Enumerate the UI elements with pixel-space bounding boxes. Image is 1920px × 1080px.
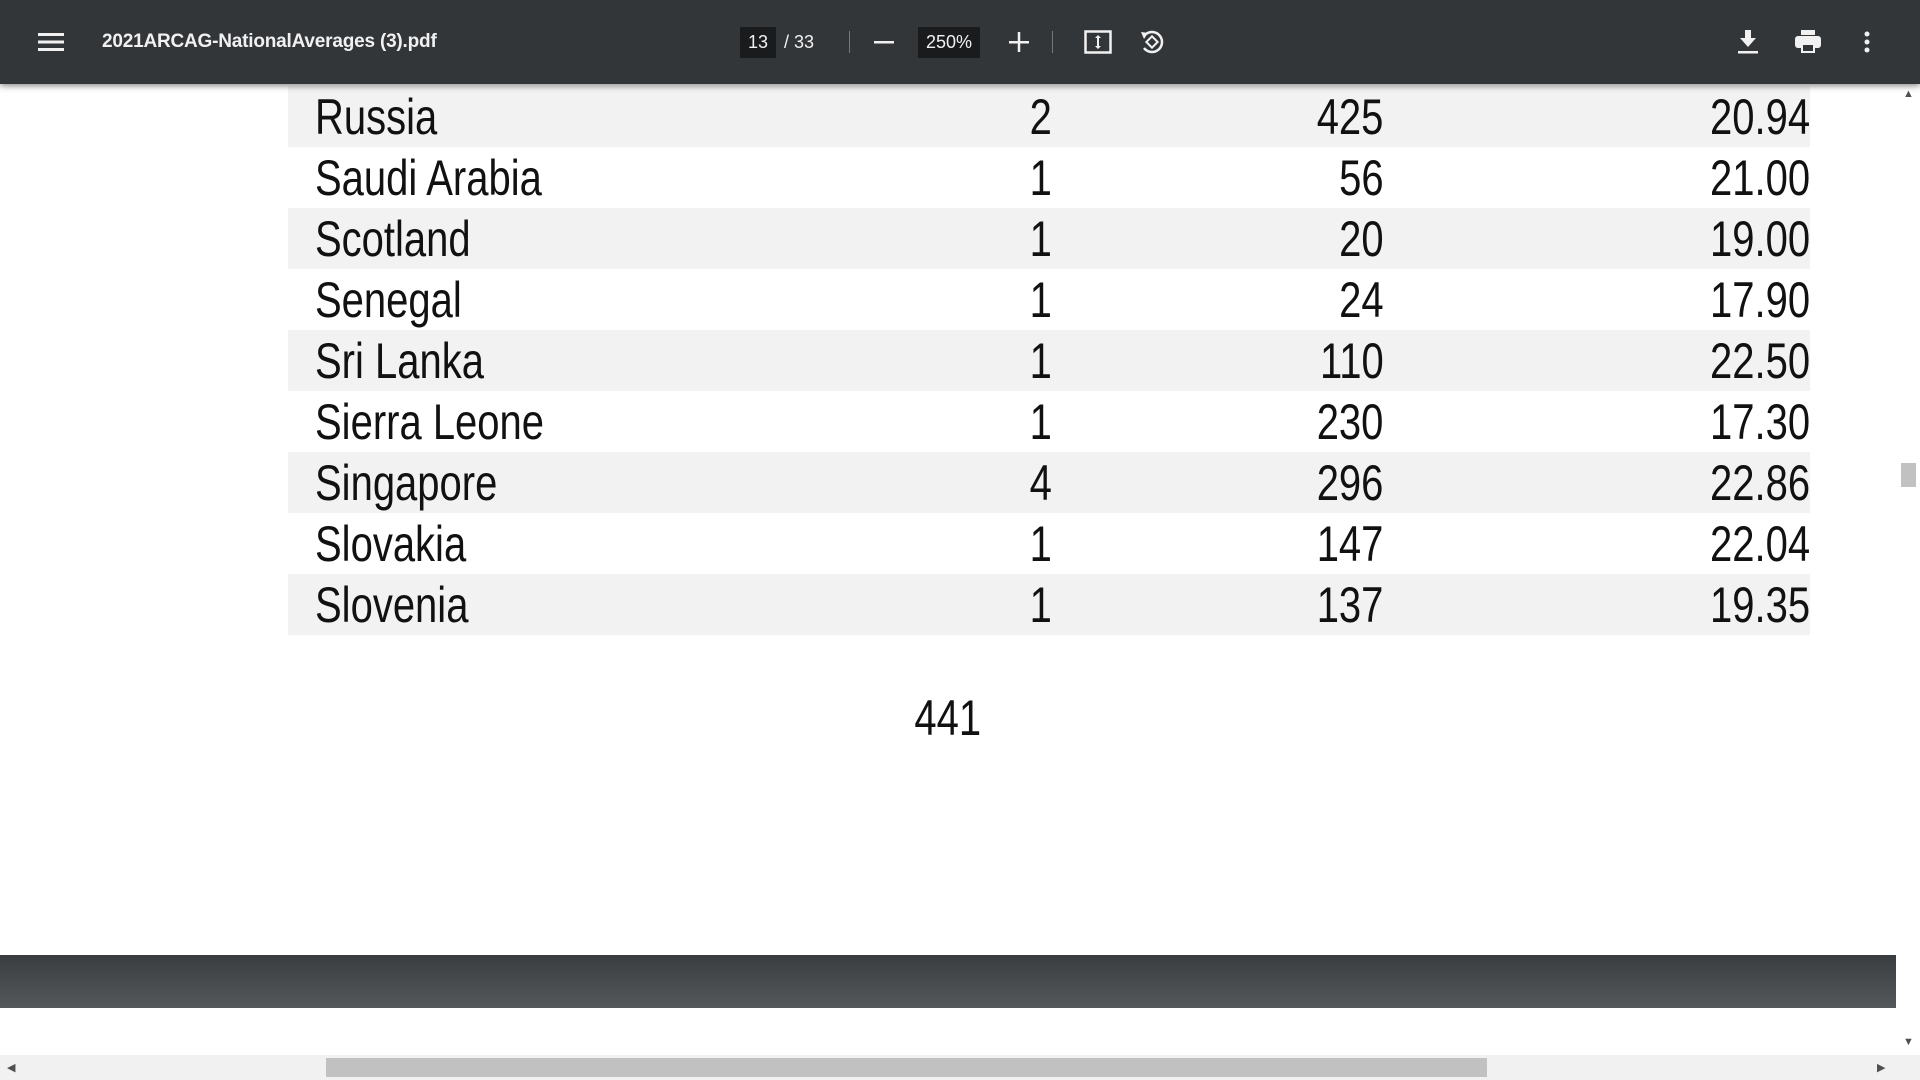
fit-page-button[interactable]: [1084, 0, 1112, 84]
count-cell: 1: [1029, 576, 1052, 633]
average-cell: 20.94: [1709, 88, 1810, 145]
vertical-scrollbar[interactable]: ▲ ▼: [1896, 84, 1920, 1055]
vertical-scroll-thumb[interactable]: [1901, 463, 1916, 487]
menu-button[interactable]: [38, 0, 64, 84]
table-row: Senegal 1 24 17.90: [288, 269, 1810, 330]
value-cell: 230: [1316, 393, 1384, 450]
value-cell: 20: [1338, 210, 1384, 267]
country-cell: Saudi Arabia: [315, 149, 542, 206]
more-options-button[interactable]: [1864, 0, 1870, 84]
page-number-input[interactable]: 13: [740, 26, 777, 58]
pdf-viewport: Russia 2 425 20.94 Saudi Arabia 1 56 21.00 Scotl…: [0, 0, 1896, 1055]
table-row: Sri Lanka 1 110 22.50: [288, 330, 1810, 391]
next-pdf-page: [0, 1008, 1896, 1055]
country-cell: Slovakia: [315, 515, 467, 572]
print-button[interactable]: [1795, 0, 1821, 84]
hamburger-icon: [38, 33, 64, 51]
average-cell: 17.30: [1709, 393, 1810, 450]
horizontal-scrollbar[interactable]: ◀ ▶: [0, 1055, 1920, 1080]
table-row: Saudi Arabia 1 56 21.00: [288, 147, 1810, 208]
more-vertical-icon: [1864, 31, 1870, 53]
value-cell: 137: [1316, 576, 1384, 633]
scroll-down-arrow-icon[interactable]: ▼: [1903, 1036, 1914, 1048]
print-icon: [1795, 30, 1821, 53]
table-row: Singapore 4 296 22.86: [288, 452, 1810, 513]
country-cell: Russia: [315, 88, 438, 145]
country-cell: Sierra Leone: [315, 393, 545, 450]
count-cell: 1: [1029, 515, 1052, 572]
country-cell: Slovenia: [315, 576, 469, 633]
table-row: Slovenia 1 137 19.35: [288, 574, 1810, 635]
count-cell: 1: [1029, 393, 1052, 450]
value-cell: 147: [1316, 515, 1384, 572]
scroll-left-arrow-icon[interactable]: ◀: [7, 1061, 15, 1074]
total-pages: / 33: [784, 31, 815, 52]
scroll-right-arrow-icon[interactable]: ▶: [1877, 1061, 1885, 1074]
download-icon: [1738, 30, 1758, 54]
count-cell: 1: [1029, 149, 1052, 206]
count-cell: 1: [1029, 210, 1052, 267]
pdf-toolbar: 2021ARCAG-NationalAverages (3).pdf 13 / …: [0, 0, 1920, 84]
country-cell: Singapore: [315, 454, 498, 511]
zoom-level-input[interactable]: 250%: [918, 26, 981, 58]
rotate-icon: [1141, 30, 1164, 54]
average-cell: 21.00: [1709, 149, 1810, 206]
count-cell: 2: [1029, 88, 1052, 145]
count-cell: 4: [1029, 454, 1052, 511]
zoom-in-button[interactable]: [1009, 0, 1029, 84]
rotate-button[interactable]: [1138, 0, 1166, 84]
table-row: Slovakia 1 147 22.04: [288, 513, 1810, 574]
table-row: Sierra Leone 1 230 17.30: [288, 391, 1810, 452]
average-cell: 22.86: [1709, 454, 1810, 511]
count-cell: 1: [1029, 271, 1052, 328]
average-cell: 22.50: [1709, 332, 1810, 389]
download-button[interactable]: [1738, 0, 1758, 84]
value-cell: 56: [1338, 149, 1384, 206]
pdf-page: Russia 2 425 20.94 Saudi Arabia 1 56 21.00 Scotl…: [0, 84, 1896, 955]
value-cell: 296: [1316, 454, 1384, 511]
average-cell: 22.04: [1709, 515, 1810, 572]
country-cell: Sri Lanka: [315, 332, 484, 389]
national-averages-table: Russia 2 425 20.94 Saudi Arabia 1 56 21.00 Scotl…: [288, 86, 1810, 635]
page-gap: [0, 955, 1896, 1008]
document-title: 2021ARCAG-NationalAverages (3).pdf: [102, 31, 437, 52]
page-number: 441: [914, 690, 982, 746]
country-cell: Scotland: [315, 210, 471, 267]
value-cell: 425: [1316, 88, 1384, 145]
toolbar-divider: [1052, 31, 1053, 53]
average-cell: 17.90: [1709, 271, 1810, 328]
horizontal-scroll-thumb[interactable]: [326, 1058, 1487, 1077]
country-cell: Senegal: [315, 271, 462, 328]
scroll-up-arrow-icon[interactable]: ▲: [1903, 88, 1914, 100]
table-row: Russia 2 425 20.94: [288, 86, 1810, 147]
zoom-out-button[interactable]: [874, 0, 894, 84]
average-cell: 19.35: [1709, 576, 1810, 633]
toolbar-divider: [849, 31, 850, 53]
fit-page-icon: [1084, 30, 1112, 54]
minus-icon: [874, 41, 894, 44]
value-cell: 24: [1338, 271, 1384, 328]
value-cell: 110: [1319, 332, 1384, 389]
average-cell: 19.00: [1709, 210, 1810, 267]
plus-icon: [1009, 32, 1029, 52]
count-cell: 1: [1029, 332, 1052, 389]
table-row: Scotland 1 20 19.00: [288, 208, 1810, 269]
